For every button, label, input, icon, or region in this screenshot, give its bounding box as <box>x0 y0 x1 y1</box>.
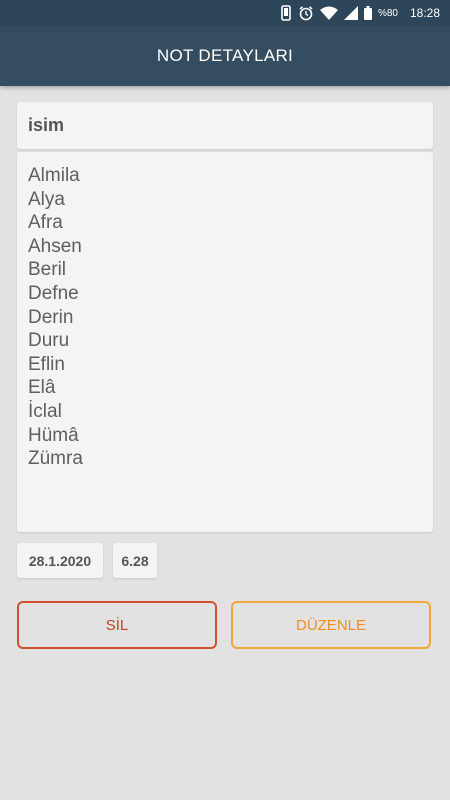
note-line: Alya <box>28 188 65 210</box>
wifi-icon <box>319 6 338 20</box>
note-content: Almila Alya Afra Ahsen Beril Defne Derin Duru Ef… <box>17 152 433 532</box>
note-line: Hümâ <box>28 424 79 446</box>
note-title: isim <box>28 115 65 135</box>
note-line: İclal <box>28 400 62 422</box>
delete-button[interactable]: SİL <box>17 601 217 649</box>
battery-icon <box>363 6 372 20</box>
status-bar: %80 18:28 <box>0 0 450 26</box>
app-bar: NOT DETAYLARI <box>0 26 450 86</box>
note-line: Defne <box>28 282 79 304</box>
note-line: Ahsen <box>28 235 82 257</box>
note-line: Eflin <box>28 353 65 375</box>
delete-button-label: SİL <box>105 616 129 634</box>
battery-percent: %80 <box>377 7 398 19</box>
note-line: Afra <box>28 212 63 234</box>
note-line: Beril <box>28 259 67 281</box>
alarm-icon <box>298 5 314 21</box>
note-line: Almila <box>28 165 80 186</box>
edit-button-label: DÜZENLE <box>295 616 366 634</box>
note-title-field: isim <box>17 102 433 149</box>
edit-button[interactable]: DÜZENLE <box>231 601 431 649</box>
status-time: 18:28 <box>409 6 440 20</box>
note-line: Elâ <box>28 377 56 399</box>
note-line: Zümra <box>28 448 83 470</box>
note-time: 6.28 <box>113 543 157 578</box>
note-date-label: 28.1.2020 <box>28 552 92 569</box>
note-time-label: 6.28 <box>121 552 149 569</box>
phone-vibrate-icon <box>280 5 292 21</box>
note-date: 28.1.2020 <box>17 543 103 578</box>
signal-icon <box>343 6 358 20</box>
page-title: NOT DETAYLARI <box>156 46 294 65</box>
note-line: Duru <box>28 330 70 352</box>
note-line: Derin <box>28 306 74 328</box>
